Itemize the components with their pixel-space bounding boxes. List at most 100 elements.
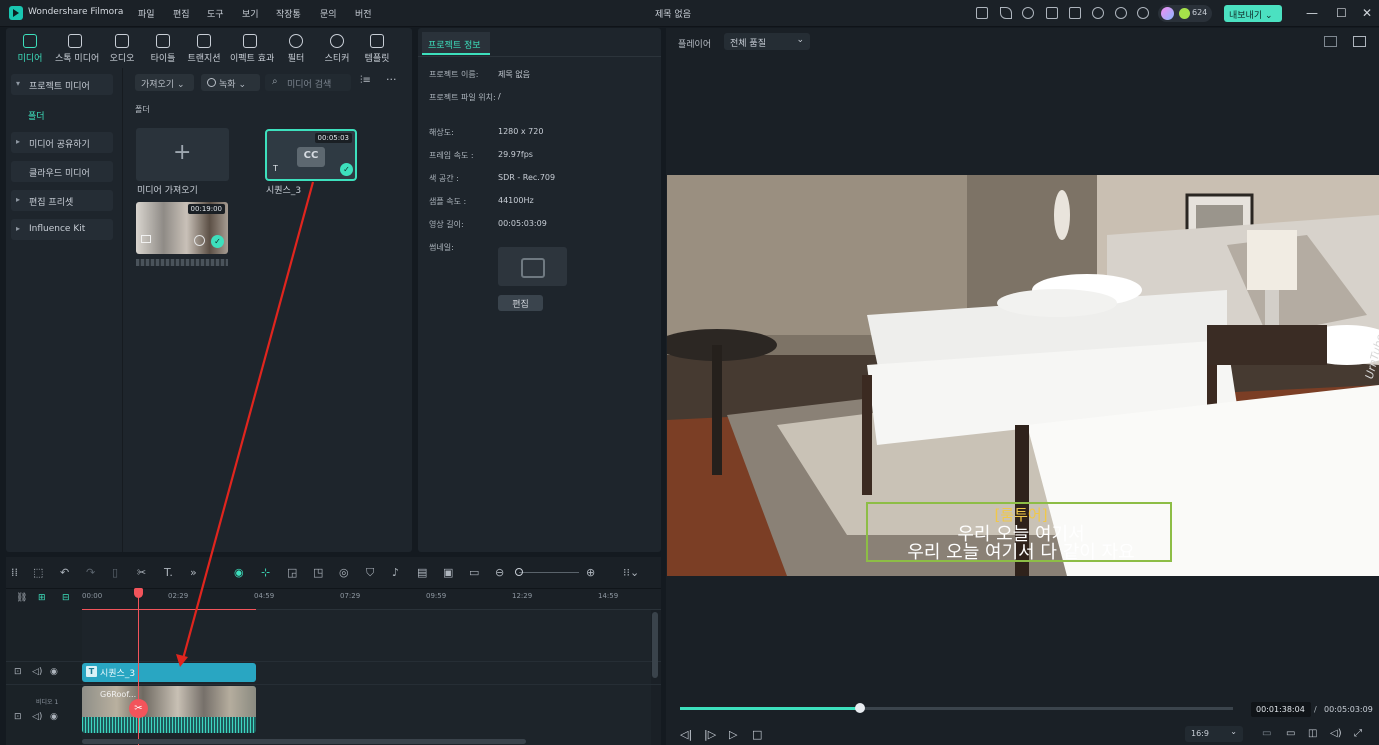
import-dropdown[interactable]: 가져오기 ⌄ <box>135 74 194 91</box>
sidebar-item-shared-media[interactable]: ▸ 미디어 공유하기 <box>11 132 113 153</box>
sidebar-item-folder[interactable]: 폴더 <box>11 104 113 125</box>
sidebar-item-influence-kit[interactable]: ▸ Influence Kit <box>11 219 113 240</box>
timeline-vertical-scrollbar[interactable] <box>652 612 658 678</box>
notification-icon[interactable] <box>1137 7 1149 19</box>
playback-progress-handle[interactable] <box>855 703 865 713</box>
lock-icon[interactable]: ⊡ <box>14 712 22 722</box>
auto-reframe-icon[interactable]: ◳ <box>313 566 323 579</box>
mute-icon[interactable]: ◁) <box>32 667 42 677</box>
stop-icon[interactable]: □ <box>752 728 762 741</box>
quality-dropdown[interactable]: 전체 품질 ⌄ <box>724 33 810 50</box>
mute-icon[interactable]: ◁) <box>32 712 42 722</box>
title-clip[interactable]: T 시퀀스_3 <box>82 663 256 682</box>
save-icon[interactable] <box>1069 7 1081 19</box>
undo-icon[interactable]: ↶ <box>60 566 69 579</box>
export-button[interactable]: 내보내기 ⌄ <box>1224 5 1282 22</box>
link-icon[interactable]: ⛓ <box>16 593 27 603</box>
import-media-tile[interactable]: + <box>136 128 229 181</box>
video-preview[interactable]: UrnTube [룸투어] 우리 오늘 여기서 우리 오늘 여기서 다 같이 자… <box>667 175 1379 576</box>
snapshot-image-icon[interactable] <box>1353 36 1366 47</box>
time-ruler[interactable]: 00:00 02:29 04:59 07:29 09:59 12:29 14:5… <box>82 590 661 610</box>
track-manager-icon[interactable]: ⊟ <box>62 593 70 603</box>
camera-icon[interactable]: ◫ <box>1308 728 1317 739</box>
delete-icon[interactable]: ▯ <box>112 566 118 579</box>
tab-stock-media[interactable]: 스톡 미디어 <box>55 32 99 64</box>
minimize-button[interactable]: — <box>1306 6 1318 20</box>
tab-stickers[interactable]: 스티커 <box>317 32 357 64</box>
menu-tools[interactable]: 도구 <box>207 7 224 20</box>
edit-thumbnail-button[interactable]: 편집 <box>498 295 543 311</box>
headset-icon[interactable] <box>1115 7 1127 19</box>
tab-transitions[interactable]: 트랜지션 <box>184 32 224 64</box>
menu-version[interactable]: 버전 <box>355 7 372 20</box>
aspect-ratio-dropdown[interactable]: 16:9 ⌄ <box>1185 726 1243 742</box>
layout-grid-icon[interactable]: ⁞⁞ <box>11 566 18 579</box>
tab-project-info[interactable]: 프로젝트 정보 <box>422 32 490 55</box>
microphone-icon[interactable]: ♪ <box>392 566 399 579</box>
split-scissors-icon[interactable]: ✂ <box>137 566 146 579</box>
zoom-in-icon[interactable]: ⊕ <box>586 566 595 579</box>
fullscreen-icon[interactable]: ⤢ <box>1354 728 1362 739</box>
speed-icon[interactable]: ◎ <box>339 566 349 579</box>
playhead-handle[interactable] <box>134 588 143 598</box>
tab-audio[interactable]: 오디오 <box>102 32 142 64</box>
sidebar-item-cloud-media[interactable]: 클라우드 미디어 <box>11 161 113 182</box>
preview-render-icon[interactable]: ▣ <box>443 566 453 579</box>
menu-edit[interactable]: 편집 <box>173 7 190 20</box>
menu-file[interactable]: 파일 <box>138 7 155 20</box>
subtitle-icon[interactable]: ▭ <box>469 566 479 579</box>
menu-help[interactable]: 문의 <box>320 7 337 20</box>
tab-effects[interactable]: 이펙트 효과 <box>230 32 274 64</box>
sequence-thumbnail[interactable]: 00:05:03 CC T ✓ <box>265 129 357 181</box>
sidebar-item-project-media[interactable]: ▾ 프로젝트 미디어 <box>11 74 113 95</box>
volume-icon[interactable]: ◁) <box>1330 728 1342 739</box>
lock-icon[interactable]: ⊡ <box>14 667 22 677</box>
ai-credit-badge[interactable]: 624 <box>1158 5 1212 22</box>
sidebar-item-edit-presets[interactable]: ▸ 편집 프리셋 <box>11 190 113 211</box>
record-dropdown[interactable]: 녹화 ⌄ <box>201 74 260 91</box>
eye-icon[interactable]: ◉ <box>50 712 58 722</box>
filter-sort-icon[interactable]: ⫶≡ <box>360 75 371 86</box>
send-icon[interactable] <box>1000 7 1012 19</box>
add-track-icon[interactable]: ⊞ <box>38 593 46 603</box>
previous-frame-icon[interactable]: ◁| <box>680 728 692 741</box>
step-back-icon[interactable]: |▷ <box>704 728 716 741</box>
ai-tool-icon[interactable]: ◉ <box>234 566 244 579</box>
tab-templates[interactable]: 템플릿 <box>357 32 397 64</box>
eye-icon[interactable]: ◉ <box>50 667 58 677</box>
close-button[interactable]: ✕ <box>1362 6 1372 20</box>
render-preview-icon[interactable]: ▭ <box>1262 728 1271 739</box>
magnet-snap-icon[interactable]: ⊹ <box>261 566 270 579</box>
zoom-slider-track[interactable] <box>519 572 579 573</box>
monitor-icon[interactable] <box>1046 7 1058 19</box>
select-tool-icon[interactable]: ⬚ <box>33 566 43 579</box>
play-icon[interactable]: ▷ <box>729 728 737 741</box>
more-options-icon[interactable]: ··· <box>386 73 397 86</box>
display-icon[interactable]: ▭ <box>1286 728 1295 739</box>
grid-view-icon[interactable] <box>1324 36 1337 47</box>
timeline-horizontal-scrollbar[interactable] <box>82 739 526 744</box>
tab-titles[interactable]: 타이틀 <box>143 32 183 64</box>
audio-mix-icon[interactable]: ▤ <box>417 566 427 579</box>
more-tools-icon[interactable]: » <box>190 566 197 579</box>
tab-media[interactable]: 미디어 <box>10 32 50 64</box>
tab-filters[interactable]: 필터 <box>276 32 316 64</box>
menu-view[interactable]: 보기 <box>242 7 259 20</box>
video-clip[interactable]: G6Roof... <box>82 686 256 733</box>
redo-icon[interactable]: ↷ <box>86 566 95 579</box>
zoom-out-icon[interactable]: ⊖ <box>495 566 504 579</box>
gift-icon[interactable] <box>976 7 988 19</box>
text-tool-icon[interactable]: T. <box>164 566 173 579</box>
split-scissors-marker-icon[interactable]: ✂ <box>129 699 148 718</box>
video-thumbnail[interactable]: 00:19:00 ✓ <box>136 202 228 254</box>
grid-layout-icon[interactable]: ⁝⁝⌄ <box>623 566 639 579</box>
menu-window[interactable]: 작장통 <box>276 7 301 20</box>
subtitle-box[interactable]: [룸투어] 우리 오늘 여기서 우리 오늘 여기서 다 같이 자요 <box>866 502 1172 563</box>
cloud-icon[interactable] <box>1092 7 1104 19</box>
lightbulb-icon[interactable] <box>1022 7 1034 19</box>
maximize-button[interactable]: ☐ <box>1336 6 1347 20</box>
media-search-input[interactable]: ⌕ 미디어 검색 <box>265 74 351 91</box>
zoom-slider-handle[interactable] <box>515 568 523 576</box>
mask-shield-icon[interactable]: ⛉ <box>366 566 374 580</box>
playhead-line[interactable] <box>138 590 139 745</box>
